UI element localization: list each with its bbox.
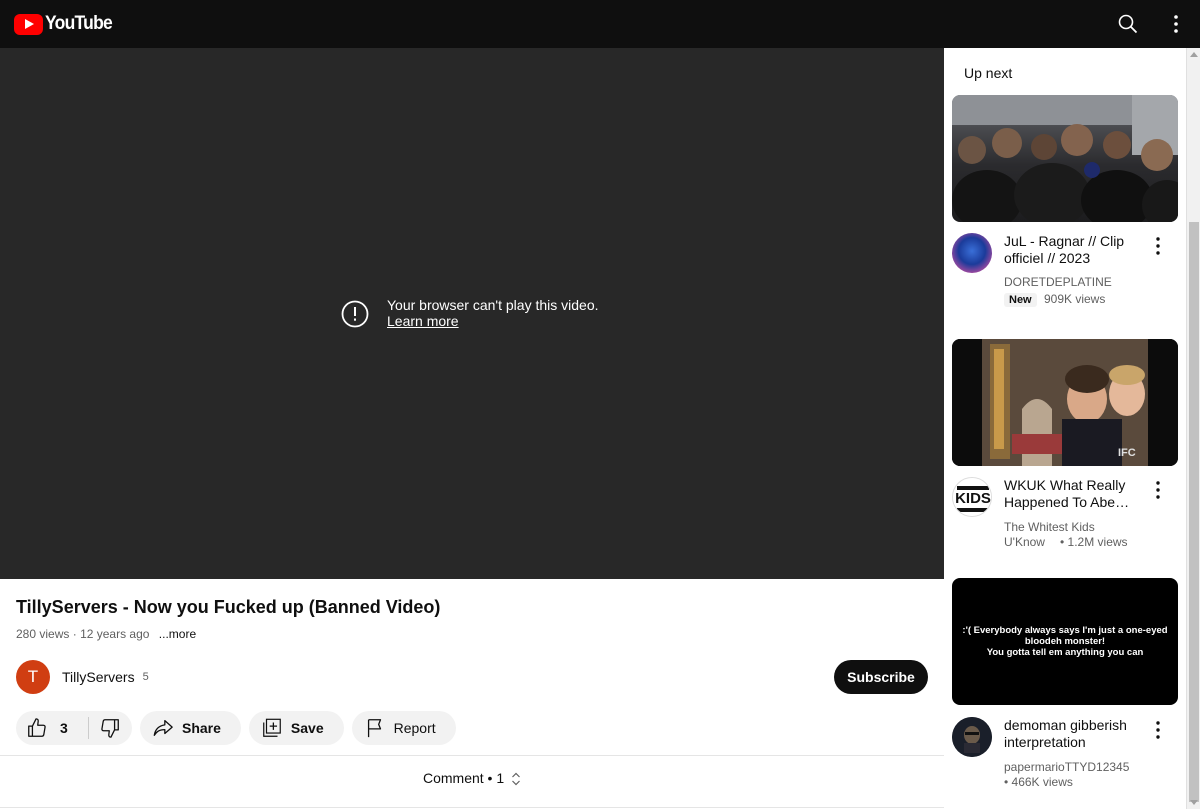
thumbs-down-icon[interactable] xyxy=(99,717,121,739)
scene-image: IFC xyxy=(952,339,1178,466)
more-link[interactable]: ...more xyxy=(159,627,196,641)
thumbnail-caption: You gotta tell em anything you can xyxy=(986,647,1144,658)
scroll-down-arrow-icon[interactable] xyxy=(1190,800,1198,805)
card-title[interactable]: demoman gibberish interpretation xyxy=(1004,717,1142,751)
alert-circle-icon xyxy=(341,300,369,328)
upload-age: 12 years ago xyxy=(80,627,150,641)
like-divider xyxy=(87,717,89,739)
thumbnail-caption: :'( Everybody always says I'm just a one… xyxy=(962,625,1168,647)
thumbs-up-icon[interactable] xyxy=(26,717,48,739)
divider xyxy=(0,755,944,756)
video-title: TillyServers - Now you Fucked up (Banned… xyxy=(16,597,441,617)
svg-text:IFC: IFC xyxy=(1118,447,1136,459)
share-button[interactable]: Share xyxy=(140,711,241,745)
more-vert-icon[interactable] xyxy=(1164,12,1188,36)
flag-icon xyxy=(367,719,381,738)
save-label: Save xyxy=(290,720,324,736)
youtube-play-icon xyxy=(14,13,43,35)
share-icon xyxy=(153,720,173,736)
card-views: 909K views xyxy=(1043,292,1106,306)
save-button[interactable]: Save xyxy=(248,711,344,745)
video-thumbnail[interactable] xyxy=(952,95,1178,222)
card-title[interactable]: WKUK What Really Happened To Abe… xyxy=(1004,477,1142,511)
more-vert-icon[interactable] xyxy=(1150,236,1166,256)
up-next-card[interactable]: IFC KIDS WKUK What Really Happened To Ab… xyxy=(952,339,1178,549)
unfold-icon xyxy=(512,772,520,786)
scroll-up-arrow-icon[interactable] xyxy=(1190,52,1198,57)
video-player[interactable]: Your browser can't play this video. Lear… xyxy=(0,48,944,579)
view-count: 280 views xyxy=(16,627,70,641)
bottom-divider xyxy=(0,807,944,808)
wkuk-logo-icon: KIDS xyxy=(953,478,991,516)
player-error: Your browser can't play this video. Lear… xyxy=(340,297,599,329)
top-bar: YouTube xyxy=(0,0,1200,48)
channel-avatar[interactable]: T xyxy=(16,660,50,694)
comments-bar[interactable]: Comment • 1 xyxy=(0,770,944,786)
card-views: • 1.2M views xyxy=(1060,535,1128,549)
search-icon[interactable] xyxy=(1116,12,1140,36)
up-next-card[interactable]: JuL - Ragnar // Clip officiel // 2023 DO… xyxy=(952,95,1178,307)
subscriber-count: 5 xyxy=(142,671,149,683)
like-count: 3 xyxy=(60,720,68,736)
card-channel: papermarioTTYD12345 xyxy=(1004,760,1130,774)
like-dislike-group: 3 xyxy=(16,711,132,745)
comment-count: 1 xyxy=(496,770,505,786)
crowd-image xyxy=(952,95,1178,222)
page-scrollbar[interactable] xyxy=(1186,48,1200,809)
scrollbar-thumb[interactable] xyxy=(1189,222,1199,802)
up-next-card[interactable]: :'( Everybody always says I'm just a one… xyxy=(952,578,1178,789)
card-title[interactable]: JuL - Ragnar // Clip officiel // 2023 xyxy=(1004,233,1142,267)
report-label: Report xyxy=(393,720,436,736)
meta-separator: · xyxy=(72,627,77,641)
more-vert-icon[interactable] xyxy=(1150,480,1166,500)
channel-avatar-wkuk[interactable]: KIDS xyxy=(952,477,992,517)
player-error-text: Your browser can't play this video. xyxy=(387,297,599,313)
new-badge: New xyxy=(1004,293,1037,307)
up-next-heading: Up next xyxy=(964,65,1013,81)
video-thumbnail[interactable]: IFC xyxy=(952,339,1178,466)
comment-label: Comment xyxy=(422,770,484,786)
video-meta: 280 views · 12 years ago ...more xyxy=(16,627,196,641)
action-bar: 3 Share Save Report xyxy=(16,711,456,745)
card-views: • 466K views xyxy=(1004,775,1073,789)
up-next-sidebar: Up next JuL - Ragnar // Clip officiel //… xyxy=(944,48,1186,809)
playlist-add-icon xyxy=(263,718,281,737)
channel-name[interactable]: TillyServers xyxy=(62,669,135,685)
video-thumbnail[interactable]: :'( Everybody always says I'm just a one… xyxy=(952,578,1178,705)
channel-avatar-papermario[interactable] xyxy=(952,717,992,757)
avatar-figure-icon xyxy=(952,717,992,757)
more-vert-icon[interactable] xyxy=(1150,720,1166,740)
svg-text:KIDS: KIDS xyxy=(955,490,991,507)
youtube-logo[interactable]: YouTube xyxy=(14,13,118,35)
comment-bullet: • xyxy=(487,770,493,786)
logo-text: YouTube xyxy=(45,13,113,34)
channel-row: T TillyServers 5 Subscribe xyxy=(16,660,928,694)
learn-more-link[interactable]: Learn more xyxy=(387,313,599,329)
subscribe-button[interactable]: Subscribe xyxy=(834,660,928,694)
card-stats: New 909K views xyxy=(1004,292,1144,308)
card-channel: DORETDEPLATINE xyxy=(1004,275,1112,289)
channel-avatar-doretdeplatine[interactable] xyxy=(952,233,992,273)
report-button[interactable]: Report xyxy=(351,711,456,745)
share-label: Share xyxy=(182,720,221,736)
